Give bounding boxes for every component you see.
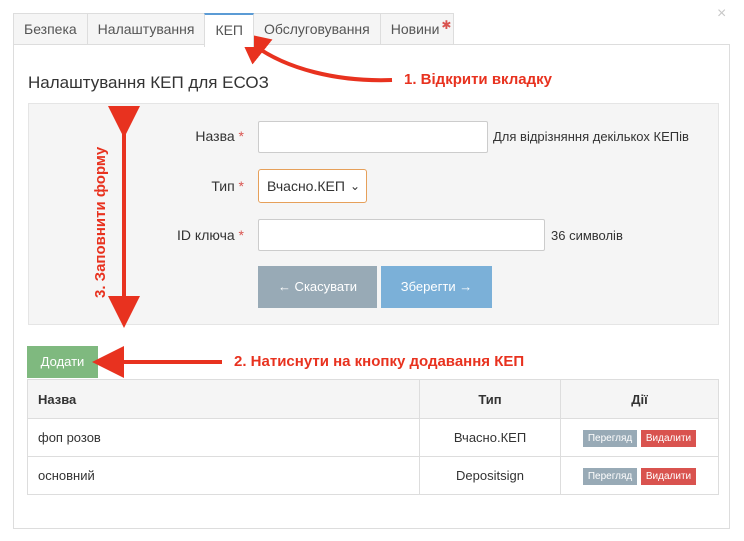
step2-annotation: 2. Натиснути на кнопку додавання КЕП — [234, 353, 525, 370]
tab-kep[interactable]: КЕП — [204, 13, 254, 47]
step1-annotation: 1. Відкрити вкладку — [404, 71, 552, 88]
annotation-arrows — [92, 32, 393, 378]
step3-annotation: 3. Заповнити форму — [92, 146, 109, 298]
step1-arrow — [237, 32, 393, 83]
